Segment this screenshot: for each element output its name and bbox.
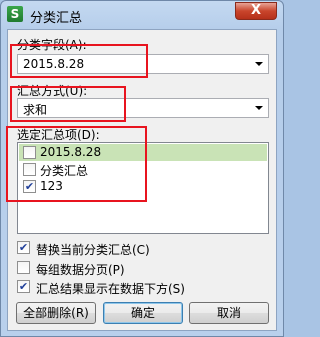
- cancel-button[interactable]: 取消: [189, 302, 269, 324]
- close-button[interactable]: X: [235, 2, 277, 20]
- remove-all-button[interactable]: 全部删除(R): [16, 302, 96, 324]
- title-bar[interactable]: S 分类汇总 X: [1, 1, 283, 29]
- dialog-title: 分类汇总: [30, 11, 83, 26]
- chevron-down-icon[interactable]: [255, 62, 263, 66]
- checkbox[interactable]: ✔: [17, 241, 30, 254]
- checkbox[interactable]: [17, 261, 30, 274]
- app-logo-icon: S: [7, 6, 23, 22]
- highlight-box-groupby: [10, 44, 148, 78]
- highlight-box-summary-method: [10, 86, 126, 122]
- chevron-down-icon[interactable]: [255, 106, 263, 110]
- highlight-box-summary-items: [6, 126, 147, 202]
- option-label: 替换当前分类汇总(C): [36, 243, 150, 257]
- checkbox[interactable]: ✔: [17, 280, 30, 293]
- option-label: 汇总结果显示在数据下方(S): [36, 282, 185, 296]
- ok-button[interactable]: 确定: [103, 302, 183, 324]
- option-label: 每组数据分页(P): [36, 263, 125, 277]
